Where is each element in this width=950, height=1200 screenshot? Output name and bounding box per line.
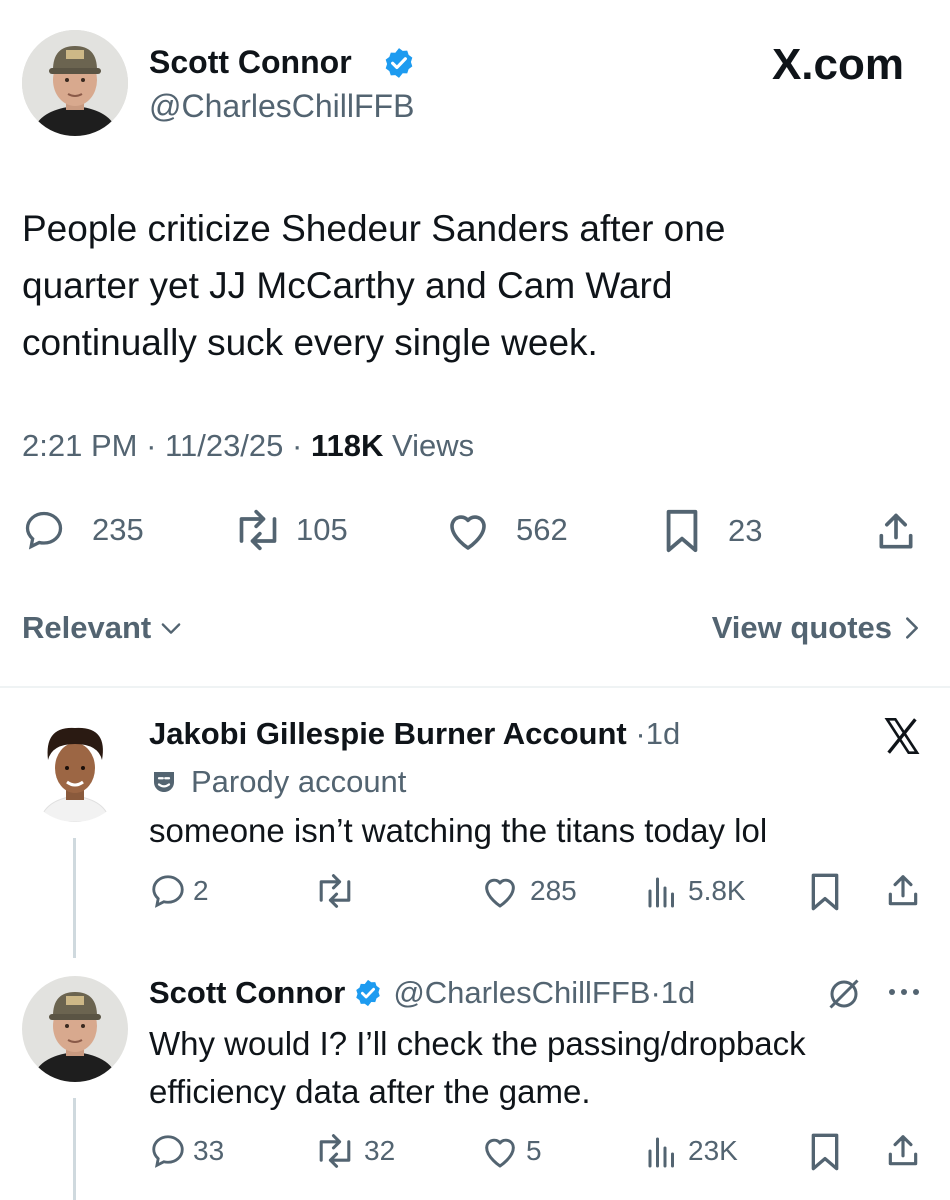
view-quotes-label: View quotes: [711, 610, 892, 645]
reply-header: Scott Connor @CharlesChillFFB · 1d: [149, 975, 695, 1011]
bookmark-icon[interactable]: [808, 872, 842, 912]
reply-views-button[interactable]: 5.8K: [644, 872, 746, 910]
share-icon[interactable]: [874, 510, 918, 554]
sort-dropdown[interactable]: Relevant: [22, 610, 185, 646]
avatar-image: [22, 30, 128, 136]
reply-text: Why would I? I’ll check the passing/drop…: [149, 1020, 806, 1116]
reply-button[interactable]: 235: [22, 508, 144, 552]
bookmark-icon[interactable]: [808, 1132, 842, 1172]
avatar-image: [22, 716, 128, 822]
share-icon[interactable]: [884, 1132, 922, 1170]
reply-count: 33: [193, 1135, 225, 1166]
reply-author-name[interactable]: Scott Connor: [149, 975, 345, 1011]
bookmark-button[interactable]: 23: [662, 508, 762, 554]
share-icon[interactable]: [884, 872, 922, 910]
like-count: 285: [530, 875, 577, 906]
tweet-time[interactable]: 2:21 PM: [22, 428, 137, 463]
heart-icon: [480, 872, 520, 910]
reply-age[interactable]: 1d: [661, 975, 695, 1011]
views-count: 5.8K: [688, 875, 746, 906]
section-divider: [0, 686, 950, 688]
avatar-image: [22, 976, 128, 1082]
like-count: 562: [516, 512, 568, 547]
thread-line: [73, 1098, 76, 1200]
bookmark-count: 23: [728, 513, 763, 548]
author-name[interactable]: Scott Connor: [149, 44, 352, 81]
reply-icon: [149, 872, 187, 910]
x-logo-icon[interactable]: [882, 716, 922, 756]
reply-count: 235: [92, 512, 144, 547]
reply-icon: [149, 1132, 187, 1170]
reply-repost-button[interactable]: [312, 872, 368, 910]
grok-icon[interactable]: [826, 976, 862, 1012]
tweet-text: People criticize Shedeur Sanders after o…: [22, 200, 725, 371]
reply-avatar[interactable]: [22, 716, 128, 822]
sort-label: Relevant: [22, 610, 152, 645]
reply-text-line: Why would I? I’ll check the passing/drop…: [149, 1025, 806, 1062]
parody-badge: Parody account: [149, 764, 406, 800]
reply-reply-button[interactable]: 33: [149, 1132, 224, 1170]
tweet-text-line: People criticize Shedeur Sanders after o…: [22, 208, 726, 249]
tweet-meta: 2:21 PM · 11/23/25 · 118K Views: [22, 428, 474, 464]
reply-text-line: efficiency data after the game.: [149, 1073, 591, 1110]
tweet-date[interactable]: 11/23/25: [165, 428, 283, 463]
separator: ·: [292, 428, 303, 463]
chevron-down-icon: [157, 614, 185, 642]
tweet-text-line: continually suck every single week.: [22, 322, 598, 363]
separator: ·: [650, 975, 661, 1010]
separator: ·: [146, 428, 157, 463]
repost-count: 32: [364, 1135, 396, 1166]
views-label: Views: [392, 428, 475, 463]
like-count: 5: [526, 1135, 542, 1166]
reply-header: Jakobi Gillespie Burner Account ·1d: [149, 716, 680, 752]
reply-author-handle[interactable]: @CharlesChillFFB: [393, 975, 650, 1011]
reply-author-name[interactable]: Jakobi Gillespie Burner Account: [149, 716, 627, 751]
reply-like-button[interactable]: 285: [480, 872, 577, 910]
author-avatar[interactable]: [22, 30, 128, 136]
chevron-right-icon: [900, 614, 924, 642]
verified-badge-icon: [382, 46, 416, 80]
tweet-text-line: quarter yet JJ McCarthy and Cam Ward: [22, 265, 673, 306]
thread-line: [73, 838, 76, 958]
more-options-icon[interactable]: [886, 982, 922, 1002]
heart-icon: [480, 1132, 520, 1170]
author-handle[interactable]: @CharlesChillFFB: [149, 88, 414, 125]
brand-logo: X.com: [771, 40, 904, 89]
verified-badge-icon: [353, 978, 383, 1008]
theater-mask-icon: [149, 767, 179, 797]
repost-icon: [312, 1132, 358, 1170]
views-chart-icon: [644, 1132, 680, 1170]
repost-count: 105: [296, 512, 348, 547]
reply-repost-button[interactable]: 32: [312, 1132, 395, 1170]
views-count: 23K: [688, 1135, 738, 1166]
reply-text: someone isn’t watching the titans today …: [149, 812, 768, 849]
repost-icon: [230, 508, 286, 552]
views-count: 118K: [310, 428, 384, 463]
heart-icon: [444, 508, 492, 552]
reply-avatar[interactable]: [22, 976, 128, 1082]
reply-count: 2: [193, 875, 209, 906]
like-button[interactable]: 562: [444, 508, 568, 552]
reply-views-button[interactable]: 23K: [644, 1132, 738, 1170]
parody-label: Parody account: [191, 764, 407, 799]
view-quotes-link[interactable]: View quotes: [712, 610, 924, 646]
repost-button[interactable]: 105: [230, 508, 348, 552]
reply-icon: [22, 508, 66, 552]
separator: ·: [635, 716, 646, 751]
views-chart-icon: [644, 872, 680, 910]
bookmark-icon: [662, 508, 702, 554]
reply-age[interactable]: 1d: [646, 716, 680, 751]
repost-icon: [312, 872, 358, 910]
reply-reply-button[interactable]: 2: [149, 872, 209, 910]
reply-like-button[interactable]: 5: [480, 1132, 542, 1170]
